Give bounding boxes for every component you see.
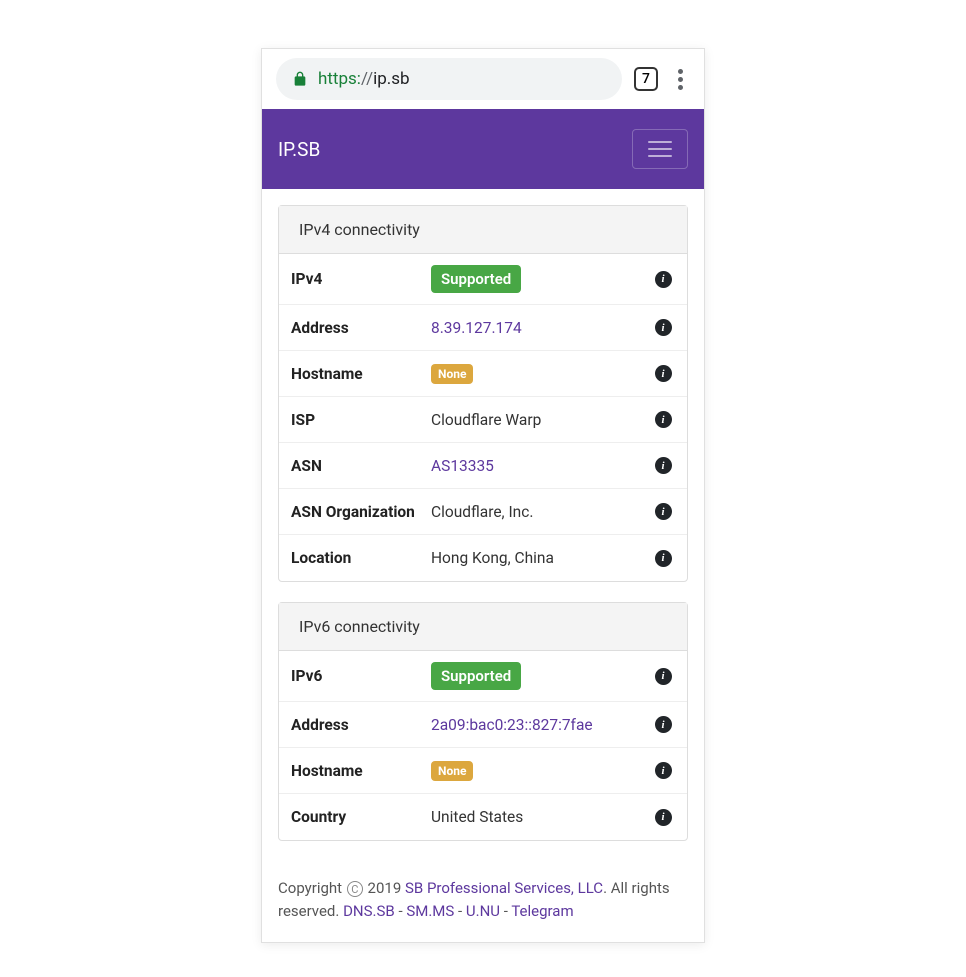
info-icon[interactable] [655, 716, 672, 733]
row-label: Location [291, 549, 431, 567]
ipv4-row-asn: ASN AS13335 [279, 443, 687, 489]
info-icon[interactable] [655, 762, 672, 779]
ipv6-header: IPv6 connectivity [279, 603, 687, 651]
row-label: Hostname [291, 365, 431, 383]
row-value: Cloudflare, Inc. [431, 503, 651, 521]
ipv6-row-address: Address 2a09:bac0:23::827:7fae [279, 702, 687, 748]
ipv4-row-status: IPv4 Supported [279, 254, 687, 305]
copyright-symbol: C [347, 881, 363, 897]
tab-count-value: 7 [642, 71, 650, 87]
info-icon[interactable] [655, 457, 672, 474]
ipv4-header: IPv4 connectivity [279, 206, 687, 254]
device-frame: https://ip.sb 7 IP.SB IPv4 connectivity … [261, 48, 705, 943]
row-label: IPv6 [291, 667, 431, 685]
info-icon[interactable] [655, 411, 672, 428]
row-value: Supported [431, 662, 651, 690]
more-menu-icon[interactable] [670, 69, 690, 90]
footer: Copyright C 2019 SB Professional Service… [262, 877, 704, 942]
ipv4-row-address: Address 8.39.127.174 [279, 305, 687, 351]
lock-icon [292, 71, 308, 87]
asn-link[interactable]: AS13335 [431, 457, 651, 475]
footer-link-unu[interactable]: U.NU [466, 902, 500, 920]
supported-badge: Supported [431, 662, 521, 690]
info-icon[interactable] [655, 809, 672, 826]
footer-link-smms[interactable]: SM.MS [406, 902, 454, 920]
ipv6-row-hostname: Hostname None [279, 748, 687, 794]
ipv4-row-asn-org: ASN Organization Cloudflare, Inc. [279, 489, 687, 535]
footer-link-dns[interactable]: DNS.SB [343, 902, 395, 920]
row-label: Country [291, 808, 431, 826]
row-value: United States [431, 808, 651, 826]
footer-link-telegram[interactable]: Telegram [511, 902, 573, 920]
browser-bar: https://ip.sb 7 [262, 49, 704, 109]
none-badge: None [431, 364, 473, 384]
info-icon[interactable] [655, 668, 672, 685]
navbar-toggler[interactable] [632, 129, 688, 169]
company-link[interactable]: SB Professional Services, LLC [405, 879, 603, 897]
ipv6-row-country: Country United States [279, 794, 687, 840]
ipv4-row-isp: ISP Cloudflare Warp [279, 397, 687, 443]
navbar-brand[interactable]: IP.SB [278, 138, 320, 161]
row-label: ASN [291, 457, 431, 475]
info-icon[interactable] [655, 503, 672, 520]
info-icon[interactable] [655, 271, 672, 288]
none-badge: None [431, 761, 473, 781]
navbar: IP.SB [262, 109, 704, 189]
row-label: ISP [291, 411, 431, 429]
ipv4-row-location: Location Hong Kong, China [279, 535, 687, 581]
footer-sep: - [454, 902, 466, 920]
copyright-year: 2019 [364, 879, 405, 897]
url-scheme: https: [318, 69, 361, 89]
row-label: Address [291, 319, 431, 337]
row-label: Address [291, 716, 431, 734]
ipv4-card: IPv4 connectivity IPv4 Supported Address… [278, 205, 688, 582]
url-host: ip.sb [373, 69, 409, 89]
ipv4-address-link[interactable]: 8.39.127.174 [431, 319, 651, 337]
footer-sep: - [395, 902, 407, 920]
url-bar[interactable]: https://ip.sb [276, 58, 622, 100]
copyright-prefix: Copyright [278, 879, 346, 897]
row-value: None [431, 364, 651, 384]
ipv6-address-link[interactable]: 2a09:bac0:23::827:7fae [431, 716, 651, 734]
ipv6-row-status: IPv6 Supported [279, 651, 687, 702]
supported-badge: Supported [431, 265, 521, 293]
footer-sep: - [500, 902, 511, 920]
row-label: Hostname [291, 762, 431, 780]
row-value: None [431, 761, 651, 781]
url-sep: // [361, 69, 373, 89]
info-icon[interactable] [655, 550, 672, 567]
row-value: Supported [431, 265, 651, 293]
ipv4-row-hostname: Hostname None [279, 351, 687, 397]
row-value: Cloudflare Warp [431, 411, 651, 429]
tab-count-button[interactable]: 7 [634, 67, 658, 91]
url-text: https://ip.sb [318, 69, 410, 89]
row-label: IPv4 [291, 270, 431, 288]
content: IPv4 connectivity IPv4 Supported Address… [262, 189, 704, 877]
row-label: ASN Organization [291, 503, 431, 521]
ipv6-card: IPv6 connectivity IPv6 Supported Address… [278, 602, 688, 841]
row-value: Hong Kong, China [431, 549, 651, 567]
info-icon[interactable] [655, 319, 672, 336]
info-icon[interactable] [655, 365, 672, 382]
